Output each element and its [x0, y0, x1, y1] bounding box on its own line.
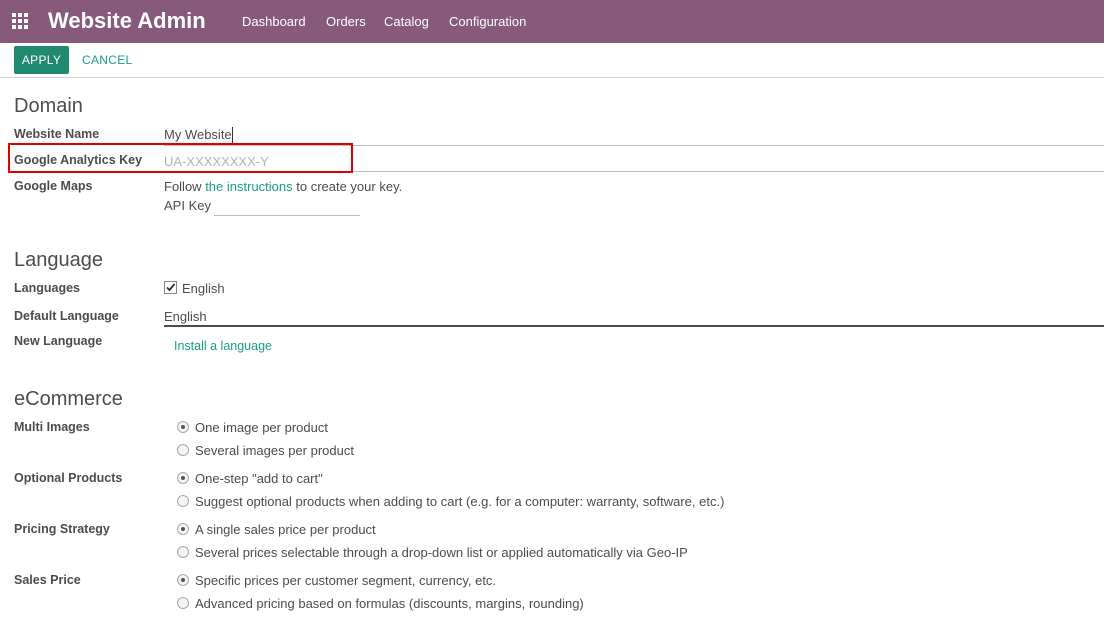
maps-help-text-2: to create your key.	[292, 179, 403, 194]
maps-help-text-1: Follow	[164, 179, 206, 194]
multi-images-label: Multi Images	[14, 420, 90, 434]
cancel-button[interactable]: CANCEL	[82, 53, 132, 67]
top-navbar: Website Admin Dashboard Orders Catalog C…	[0, 0, 1104, 43]
domain-section-title: Domain	[14, 95, 83, 117]
check-icon	[166, 283, 176, 292]
optional-products-radio-2[interactable]	[177, 495, 189, 507]
apply-button[interactable]: APPLY	[14, 46, 69, 74]
highlight-box	[8, 143, 353, 173]
multi-images-radio-2[interactable]	[177, 444, 189, 456]
pricing-strategy-radio-2[interactable]	[177, 546, 189, 558]
pricing-strategy-option-2: Several prices selectable through a drop…	[195, 545, 688, 560]
app-title: Website Admin	[48, 8, 206, 33]
menu-configuration[interactable]: Configuration	[449, 14, 526, 29]
pricing-strategy-option-1: A single sales price per product	[195, 522, 376, 537]
install-language-link[interactable]: Install a language	[174, 339, 272, 353]
ecommerce-section-title: eCommerce	[14, 388, 123, 410]
instructions-link[interactable]: the instructions	[205, 179, 292, 194]
multi-images-radio-1[interactable]	[177, 421, 189, 433]
pricing-strategy-label: Pricing Strategy	[14, 522, 110, 536]
optional-products-option-2: Suggest optional products when adding to…	[195, 494, 725, 509]
api-key-input[interactable]	[214, 215, 360, 216]
new-language-label: New Language	[14, 334, 103, 348]
pricing-strategy-radio-1[interactable]	[177, 523, 189, 535]
multi-images-option-2: Several images per product	[195, 443, 354, 458]
menu-dashboard[interactable]: Dashboard	[242, 14, 306, 29]
text-cursor	[232, 127, 233, 143]
sales-price-radio-2[interactable]	[177, 597, 189, 609]
sales-price-option-1: Specific prices per customer segment, cu…	[195, 573, 497, 588]
sales-price-label: Sales Price	[14, 573, 81, 587]
default-language-select[interactable]: English	[164, 309, 207, 324]
languages-label: Languages	[14, 281, 80, 295]
language-section-title: Language	[14, 249, 103, 271]
website-name-label: Website Name	[14, 127, 100, 141]
apps-grid-icon[interactable]	[12, 13, 30, 29]
default-language-label: Default Language	[14, 309, 119, 323]
api-key-label: API Key	[164, 198, 211, 213]
sales-price-radio-1[interactable]	[177, 574, 189, 586]
default-language-underline	[164, 325, 1104, 327]
english-language-label: English	[182, 281, 225, 296]
optional-products-label: Optional Products	[14, 471, 123, 485]
menu-orders[interactable]: Orders	[326, 14, 366, 29]
optional-products-option-1: One-step "add to cart"	[195, 471, 323, 486]
website-name-input[interactable]: My Website	[164, 127, 232, 142]
sales-price-option-2: Advanced pricing based on formulas (disc…	[195, 596, 584, 611]
control-panel: APPLY CANCEL	[0, 43, 1104, 78]
google-maps-help: Follow the instructions to create your k…	[164, 179, 402, 194]
google-maps-label: Google Maps	[14, 179, 93, 193]
multi-images-option-1: One image per product	[195, 420, 328, 435]
english-checkbox[interactable]	[164, 281, 177, 294]
optional-products-radio-1[interactable]	[177, 472, 189, 484]
menu-catalog[interactable]: Catalog	[384, 14, 429, 29]
